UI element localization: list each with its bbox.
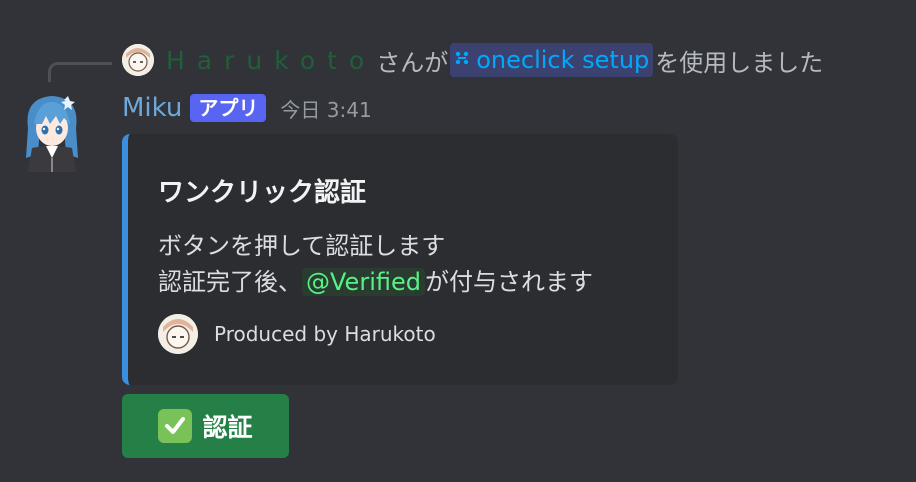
footer-avatar-icon <box>158 314 198 354</box>
embed-desc-line1: ボタンを押して認証します <box>158 232 446 260</box>
bot-avatar[interactable] <box>20 88 84 172</box>
embed-footer-text: Produced by Harukoto <box>214 322 436 346</box>
role-mention-verified[interactable]: @Verified <box>302 268 425 296</box>
slash-command-icon <box>454 50 470 71</box>
embed-card: ワンクリック認証 ボタンを押して認証します 認証完了後、 @Verified が付与… <box>122 134 678 385</box>
verify-button[interactable]: 認証 <box>122 394 289 458</box>
reply-username[interactable]: Harukoto <box>166 46 376 75</box>
chat-message: Harukoto さんが oneclick setup を使用しました Miku… <box>0 0 916 482</box>
reply-text-2: を使用しました <box>655 48 824 77</box>
app-badge: アプリ <box>190 94 267 122</box>
slash-command-label: oneclick setup <box>476 46 650 74</box>
embed-footer: Produced by Harukoto <box>158 314 436 354</box>
verify-button-label: 認証 <box>202 413 253 442</box>
embed-title: ワンクリック認証 <box>158 178 367 208</box>
slash-command-mention[interactable]: oneclick setup <box>450 43 654 77</box>
reply-user-avatar[interactable] <box>122 44 154 76</box>
reply-context[interactable]: Harukoto さんが oneclick setup を使用しました <box>122 40 823 80</box>
check-mark-icon <box>158 409 193 443</box>
reply-connector <box>48 62 112 82</box>
message-timestamp[interactable]: 今日 3:41 <box>280 94 371 123</box>
message-header: Miku アプリ 今日 3:41 <box>122 90 372 126</box>
embed-desc-prefix: 認証完了後、 <box>158 268 302 296</box>
embed-desc-line2: 認証完了後、 @Verified が付与されます <box>158 264 593 300</box>
reply-text-1: さんが <box>376 48 449 77</box>
embed-desc-suffix: が付与されます <box>424 268 593 296</box>
embed-description: ボタンを押して認証します 認証完了後、 @Verified が付与されます <box>158 228 593 300</box>
bot-username[interactable]: Miku <box>122 93 182 123</box>
